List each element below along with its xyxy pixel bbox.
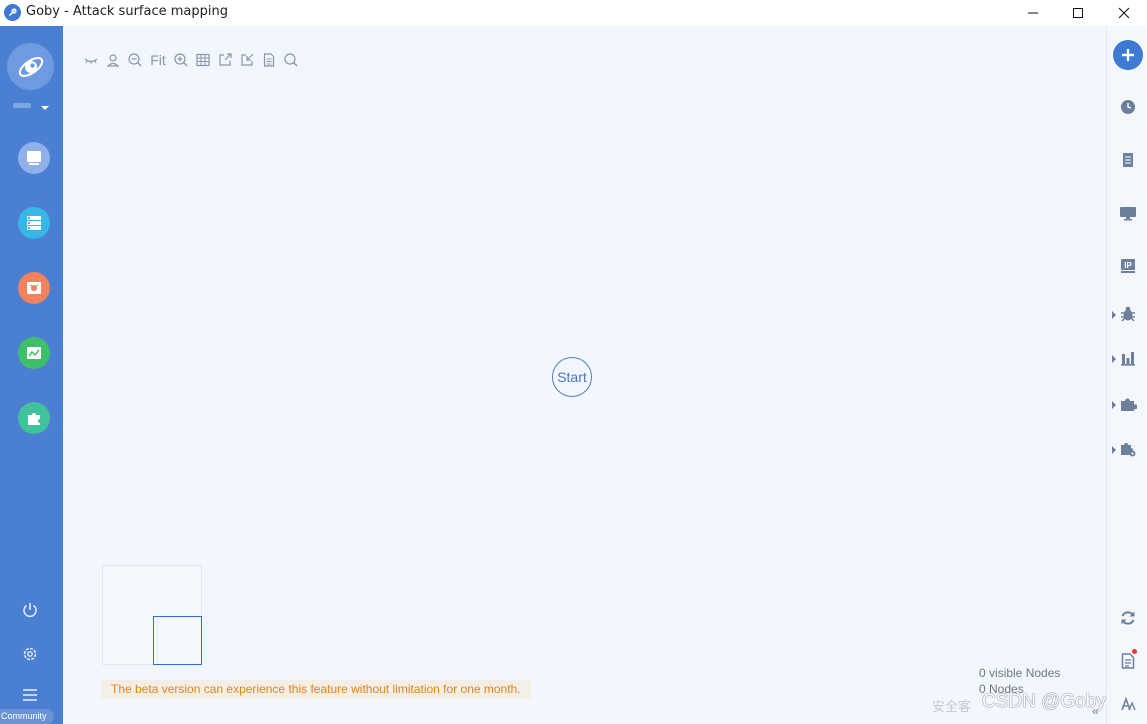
nav-vulnerability[interactable] — [18, 272, 50, 304]
caret-right-icon — [1112, 446, 1116, 454]
chart-icon — [27, 347, 41, 359]
right-sidebar: IP — [1106, 26, 1147, 724]
window-title: Goby - Attack surface mapping — [26, 4, 228, 19]
power-icon[interactable] — [20, 600, 40, 620]
document-icon[interactable] — [258, 50, 280, 70]
goby-app-icon — [4, 4, 21, 21]
table-icon[interactable] — [192, 50, 214, 70]
minimap-viewport[interactable] — [153, 616, 202, 665]
bug-icon — [27, 282, 41, 294]
collapse-left-icon[interactable]: « — [1092, 704, 1099, 718]
community-badge: Community — [0, 709, 54, 724]
workspace-name — [13, 103, 31, 108]
ip-icon[interactable]: IP — [1117, 255, 1139, 277]
search-icon[interactable] — [280, 50, 302, 70]
scan-icon — [27, 151, 41, 165]
nav-scan[interactable] — [18, 142, 50, 174]
zoom-in-icon[interactable] — [170, 50, 192, 70]
plus-icon — [1122, 49, 1134, 61]
beta-notice: The beta version can experience this fea… — [101, 680, 531, 699]
hide-icon[interactable] — [80, 50, 102, 70]
gear-icon[interactable] — [20, 644, 40, 664]
goby-logo[interactable] — [7, 43, 54, 90]
watermark-cn: 安全客 — [932, 699, 972, 714]
bar-chart-icon[interactable] — [1117, 347, 1139, 369]
plugin-settings-icon[interactable] — [1117, 438, 1139, 460]
menu-icon[interactable] — [20, 685, 40, 705]
maximize-button[interactable] — [1055, 0, 1101, 26]
nav-report[interactable] — [18, 337, 50, 369]
start-node[interactable]: Start — [552, 357, 592, 397]
workspace-selector[interactable] — [13, 101, 51, 111]
history-icon[interactable] — [1117, 96, 1139, 118]
user-icon[interactable] — [102, 50, 124, 70]
visible-nodes-count: 0 visible Nodes — [979, 666, 1061, 680]
minimap[interactable] — [102, 565, 202, 665]
caret-right-icon — [1112, 355, 1116, 363]
import-icon[interactable] — [236, 50, 258, 70]
svg-text:IP: IP — [1124, 261, 1132, 270]
export-icon[interactable] — [214, 50, 236, 70]
bug-icon[interactable] — [1117, 303, 1139, 325]
font-size-icon[interactable] — [1117, 693, 1139, 715]
plugin-icon[interactable] — [1117, 393, 1139, 415]
title-bar: Goby - Attack surface mapping — [0, 0, 1147, 26]
notification-dot — [1132, 649, 1137, 654]
add-scan-button[interactable] — [1113, 40, 1143, 70]
caret-right-icon — [1112, 311, 1116, 319]
left-sidebar: Community — [0, 26, 63, 724]
close-button[interactable] — [1101, 0, 1147, 26]
refresh-icon[interactable] — [1117, 607, 1139, 629]
nav-extensions[interactable] — [18, 402, 50, 434]
caret-right-icon — [1112, 401, 1116, 409]
log-icon[interactable] — [1117, 149, 1139, 171]
asset-list-icon — [27, 216, 41, 230]
monitor-icon[interactable] — [1117, 202, 1139, 224]
caret-down-icon — [41, 106, 49, 110]
puzzle-icon — [28, 413, 40, 425]
fit-button[interactable]: Fit — [146, 50, 170, 70]
graph-toolbar: Fit — [80, 50, 302, 70]
zoom-out-icon[interactable] — [124, 50, 146, 70]
nav-assets[interactable] — [18, 207, 50, 239]
minimize-button[interactable] — [1010, 0, 1056, 26]
